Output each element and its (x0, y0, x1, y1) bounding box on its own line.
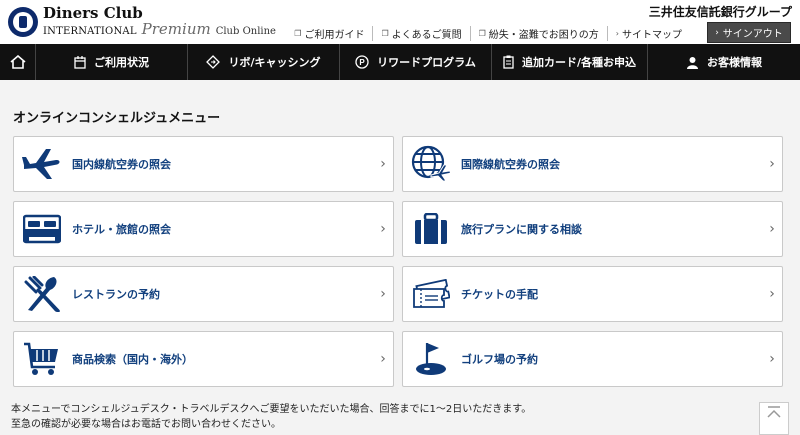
signout-label: サインアウト (722, 29, 783, 40)
utility-link-faq[interactable]: ❐ よくあるご質問 (373, 26, 471, 41)
nav-label: お客様情報 (707, 56, 762, 69)
chevron-right-icon: › (380, 286, 386, 302)
bank-group-name: 三井住友信託銀行グループ (648, 5, 792, 19)
nav-revolving-cashing[interactable]: リボ/キャッシング (188, 44, 340, 80)
menu-card-label: 国際線航空券の照会 (461, 158, 560, 171)
chevron-right-icon: › (715, 27, 719, 38)
chevron-right-icon: › (769, 221, 775, 237)
menu-card-label: 商品検索（国内・海外） (72, 353, 193, 366)
user-icon (687, 56, 698, 69)
nav-usage[interactable]: ご利用状況 (36, 44, 188, 80)
menu-card-label: 旅行プランに関する相談 (461, 223, 582, 236)
page-top-button[interactable] (759, 402, 789, 435)
notice-line: 本メニューでコンシェルジュデスク・トラベルデスクへご要望をいただいた場合、回答ま… (11, 404, 532, 415)
menu-card-travel-plan[interactable]: 旅行プランに関する相談 › (402, 201, 783, 257)
menu-card-hotel[interactable]: ホテル・旅館の照会 › (13, 201, 394, 257)
menu-card-ticket[interactable]: チケットの手配 › (402, 266, 783, 322)
logo-brand-name: Diners Club (43, 4, 143, 22)
utility-link-label: サイトマップ (622, 30, 682, 41)
logo-international: INTERNATIONAL (43, 26, 137, 37)
nav-label: ご利用状況 (94, 56, 149, 69)
menu-card-restaurant[interactable]: レストランの予約 › (13, 266, 394, 322)
menu-card-golf[interactable]: ゴルフ場の予約 › (402, 331, 783, 387)
diners-logo-mark (8, 6, 38, 37)
utility-link-label: よくあるご質問 (391, 30, 462, 41)
notice-text: 本メニューでコンシェルジュデスク・トラベルデスクへご要望をいただいた場合、回答ま… (11, 402, 531, 432)
home-icon (9, 55, 26, 69)
main-nav: ご利用状況 リボ/キャッシング P リワードプログラム 追加カード/各種お申込 … (0, 44, 800, 80)
chevron-right-icon: › (769, 156, 775, 172)
points-icon: P (355, 55, 369, 69)
diners-club-logo[interactable]: Diners Club INTERNATIONAL Premium Club O… (8, 6, 276, 37)
nav-label: リボ/キャッシング (228, 56, 321, 69)
chevron-right-icon: › (380, 221, 386, 237)
signout-button[interactable]: › サインアウト (707, 22, 791, 43)
menu-card-label: ゴルフ場の予約 (461, 353, 538, 366)
svg-text:P: P (359, 58, 365, 67)
window-icon: ❐ (478, 29, 486, 38)
golf-icon (416, 343, 446, 375)
globe-airplane-icon (411, 145, 451, 182)
menu-card-label: ホテル・旅館の照会 (72, 223, 171, 236)
ticket-icon (413, 279, 450, 308)
main-content: オンラインコンシェルジュメニュー 国内線航空券の照会 › 国際線航空券の照会 ›… (0, 80, 800, 435)
notice-line: 至急の確認が必要な場合はお電話でお問い合わせください。 (11, 419, 281, 430)
chevron-right-icon: › (380, 351, 386, 367)
header: Diners Club INTERNATIONAL Premium Club O… (0, 0, 800, 44)
utility-link-guide[interactable]: ❐ ご利用ガイド (286, 26, 374, 41)
menu-card-label: レストランの予約 (72, 288, 160, 301)
logo-premium: Premium (141, 20, 211, 38)
menu-card-domestic-flight[interactable]: 国内線航空券の照会 › (13, 136, 394, 192)
chevron-right-icon: › (769, 351, 775, 367)
utility-link-lost-stolen[interactable]: ❐ 紛失・盗難でお困りの方 (471, 26, 608, 41)
nav-label: 追加カード/各種お申込 (521, 56, 637, 69)
utility-link-label: 紛失・盗難でお困りの方 (488, 30, 599, 41)
menu-card-label: 国内線航空券の照会 (72, 158, 171, 171)
menu-card-international-flight[interactable]: 国際線航空券の照会 › (402, 136, 783, 192)
window-icon: ❐ (381, 29, 389, 38)
chevron-icon: › (615, 29, 619, 38)
nav-reward-program[interactable]: P リワードプログラム (340, 44, 492, 80)
calendar-icon (74, 55, 86, 69)
revolving-icon (206, 55, 221, 69)
bed-icon (23, 214, 61, 244)
chevron-right-icon: › (380, 156, 386, 172)
nav-label: リワードプログラム (377, 56, 476, 69)
nav-customer-info[interactable]: お客様情報 (648, 44, 800, 80)
form-icon (503, 55, 514, 69)
cart-icon (24, 342, 58, 375)
suitcase-icon (415, 213, 447, 244)
page-title: オンラインコンシェルジュメニュー (13, 111, 221, 126)
utility-link-label: ご利用ガイド (304, 30, 365, 41)
airplane-icon (22, 149, 60, 179)
nav-additional-card[interactable]: 追加カード/各種お申込 (492, 44, 648, 80)
utility-link-sitemap[interactable]: › サイトマップ (608, 26, 690, 41)
chevron-right-icon: › (769, 286, 775, 302)
menu-card-label: チケットの手配 (461, 288, 538, 301)
chevron-up-icon (767, 406, 781, 418)
fork-knife-icon (24, 276, 60, 312)
nav-home[interactable] (0, 44, 36, 80)
menu-card-product-search[interactable]: 商品検索（国内・海外） › (13, 331, 394, 387)
utility-links: ❐ ご利用ガイド ❐ よくあるご質問 ❐ 紛失・盗難でお困りの方 › サイトマップ (286, 26, 690, 41)
logo-club-online: Club Online (215, 26, 276, 37)
window-icon: ❐ (294, 29, 302, 38)
